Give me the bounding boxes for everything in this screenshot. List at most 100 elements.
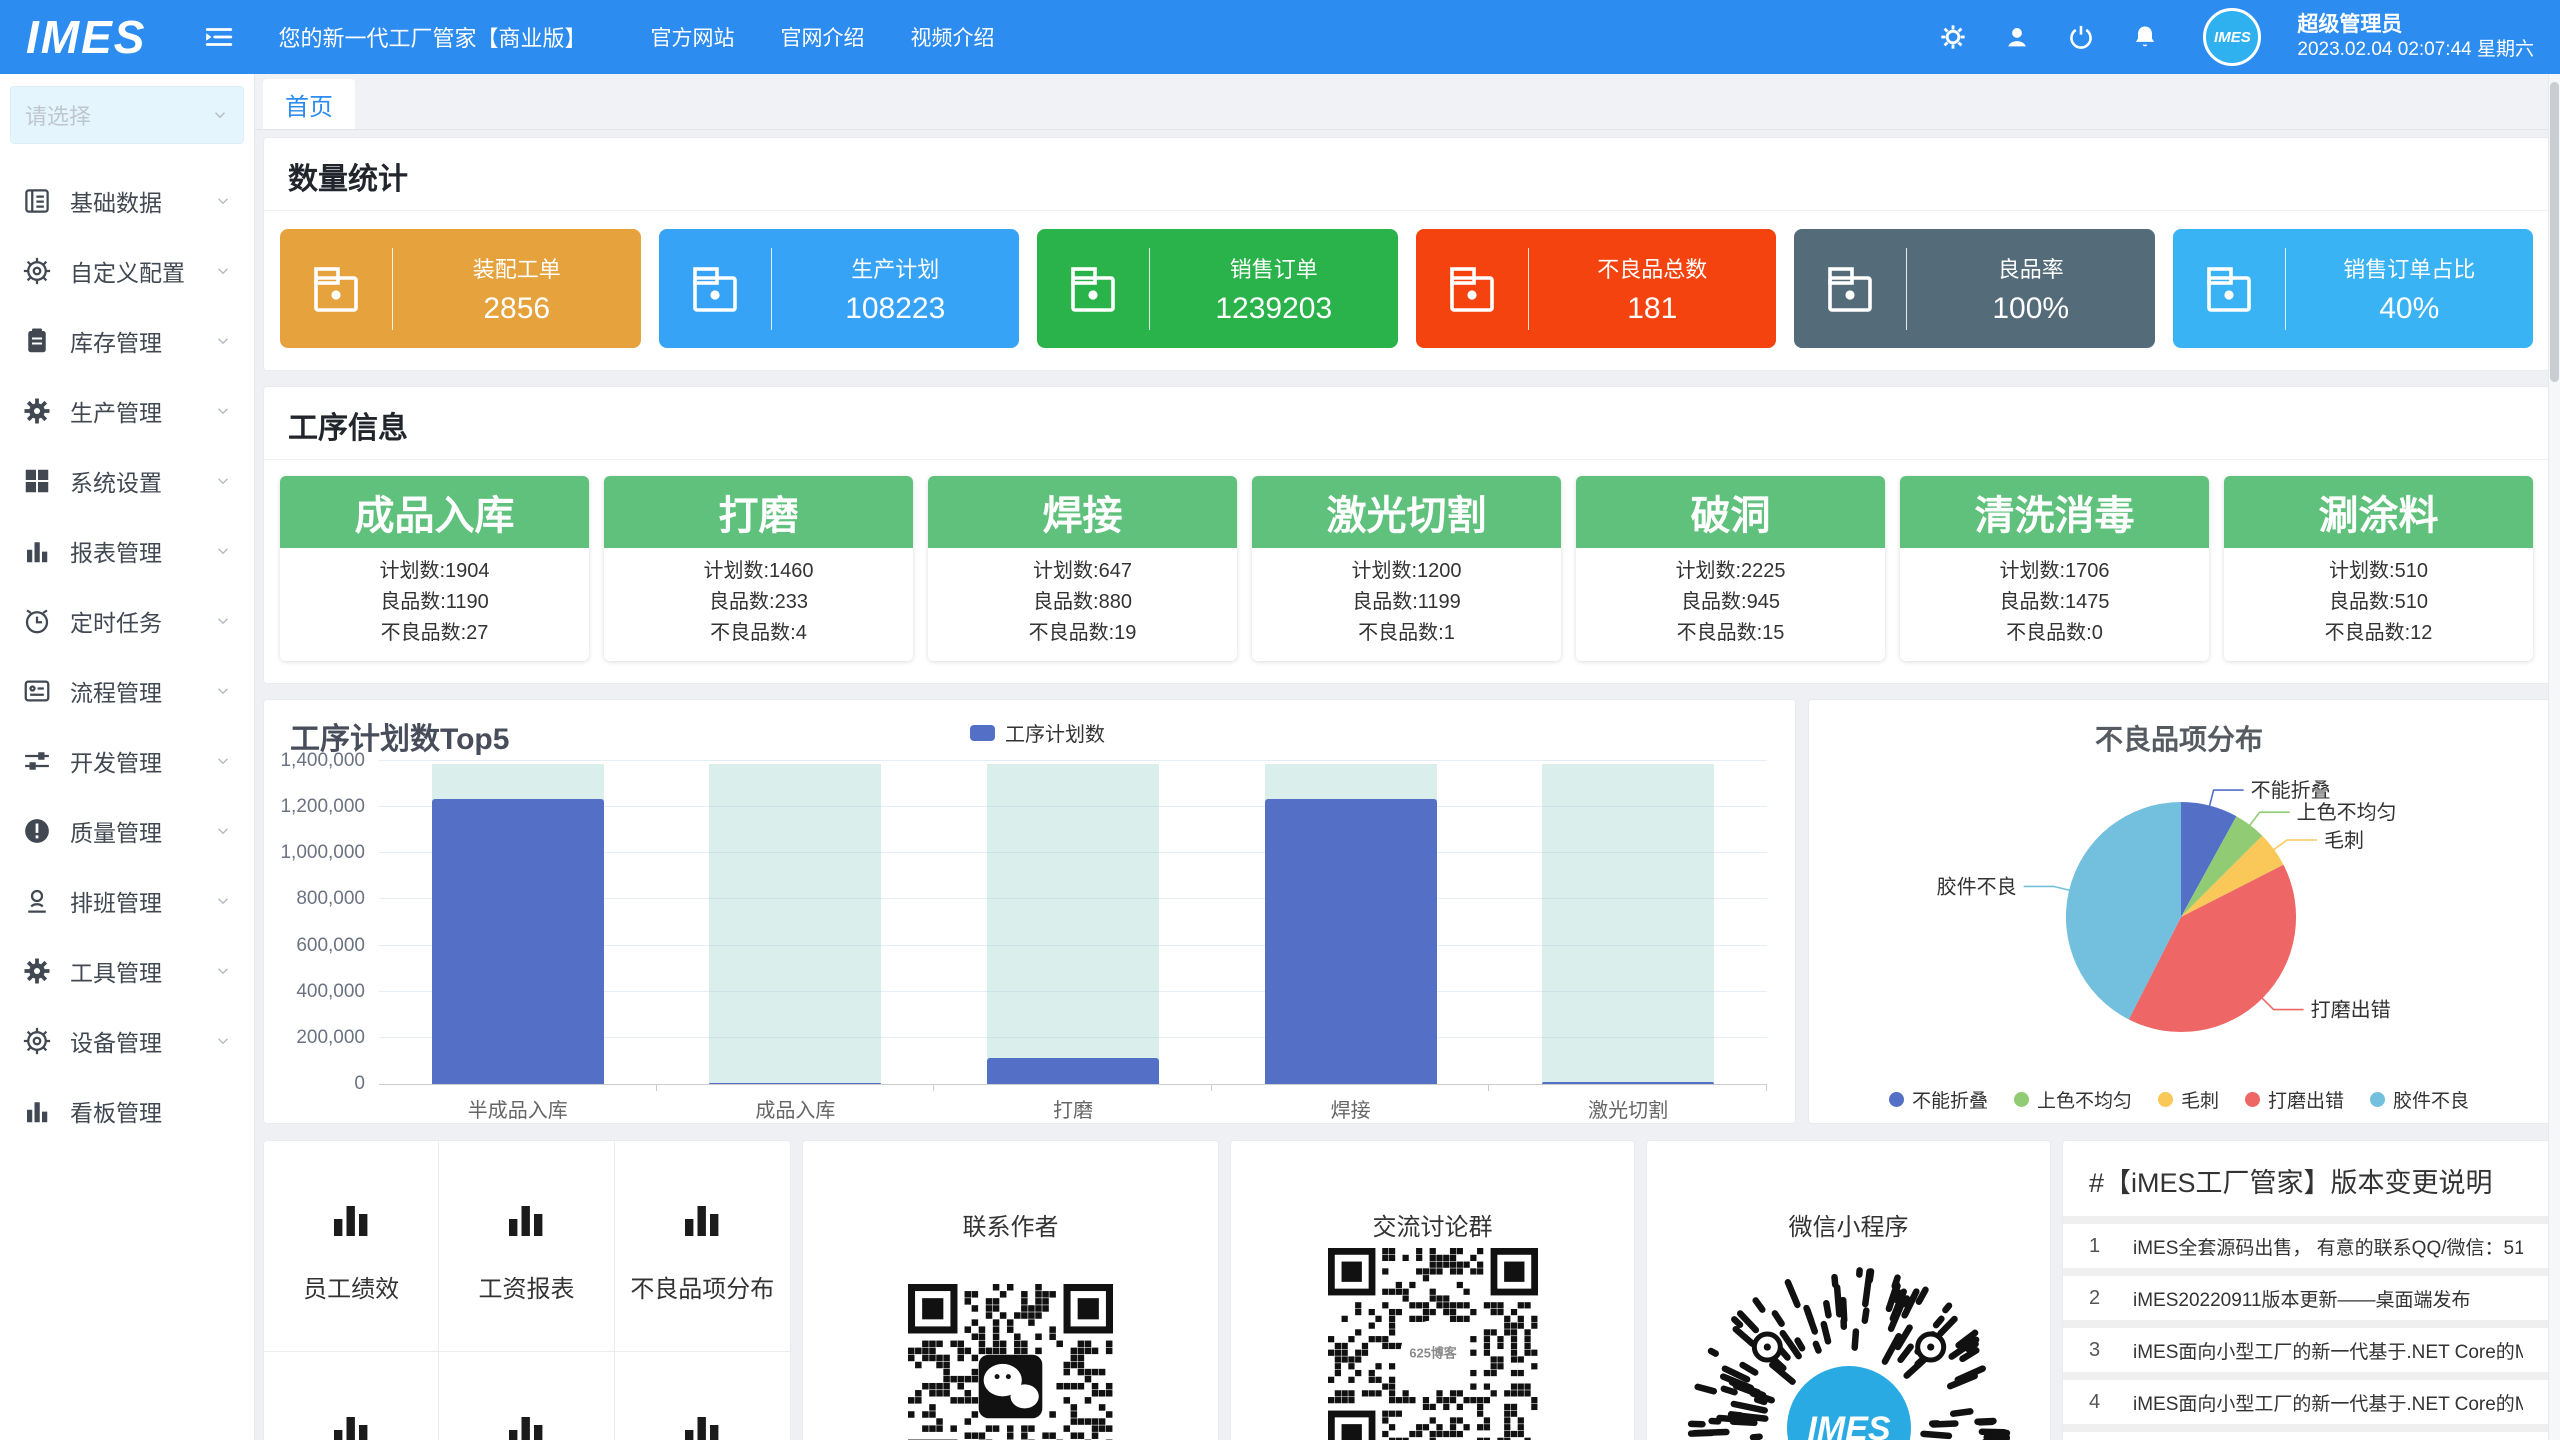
pie-label: 上色不均匀: [2297, 801, 2397, 824]
stat-card-sales-orders[interactable]: 销售订单1239203: [1037, 229, 1398, 348]
report-tile-defect-summary[interactable]: 不良品项汇总: [264, 1352, 439, 1440]
y-axis-label: 600,000: [296, 935, 365, 957]
sidebar-item-workflow[interactable]: 流程管理: [0, 656, 254, 726]
sidebar-item-inventory[interactable]: 库存管理: [0, 306, 254, 376]
chevron-down-icon: [214, 402, 232, 420]
sidebar-item-system[interactable]: 系统设置: [0, 446, 254, 516]
stat-card-yield-rate[interactable]: 良品率100%: [1794, 229, 2155, 348]
chevron-down-icon: [214, 192, 232, 210]
stat-card-production-plans[interactable]: 生产计划108223: [659, 229, 1020, 348]
pie-label: 不能折叠: [2251, 779, 2331, 802]
scrollbar-thumb[interactable]: [2550, 82, 2559, 382]
tab-home[interactable]: 首页: [263, 79, 355, 129]
report-tile-output-statistics[interactable]: 产量统计: [615, 1352, 790, 1440]
tab-bar: 首页: [255, 74, 2560, 130]
bar-chart-icon: [327, 1197, 375, 1245]
person-icon: [22, 886, 52, 916]
sidebar-item-shift[interactable]: 排班管理: [0, 866, 254, 936]
changelog-item[interactable]: 3iMES面向小型工厂的新一代基于.NET Core的MES系统__移动端: [2063, 1328, 2549, 1372]
exclamation-circle-icon: [22, 816, 52, 846]
pie-legend-item[interactable]: 胶件不良: [2370, 1086, 2469, 1113]
hover-band: [709, 764, 881, 1084]
folder-icon: [1444, 261, 1500, 317]
bar-成品入库: [709, 1083, 881, 1084]
miniprogram-panel: 微信小程序 IMESS: [1646, 1140, 2051, 1440]
sidebar-item-report[interactable]: 报表管理: [0, 516, 254, 586]
chevron-down-icon: [214, 612, 232, 630]
sidebar-item-kanban[interactable]: 看板管理: [0, 1076, 254, 1146]
process-section-title: 工序信息: [264, 387, 2549, 460]
nav-official-site[interactable]: 官方网站: [650, 22, 734, 52]
avatar[interactable]: IMES: [2203, 8, 2261, 66]
y-axis-label: 800,000: [296, 888, 365, 910]
pie-label-leader: [2209, 790, 2244, 808]
bar-chart-icon: [22, 536, 52, 566]
nav-site-intro[interactable]: 官网介绍: [780, 22, 864, 52]
sidebar-menu: 基础数据 自定义配置 库存管理 生产管理 系统设置 报表管理 定时任务 流程管理…: [0, 166, 254, 1146]
pie-chart-card: 不良品项分布 不能折叠上色不均匀毛刺打磨出错胶件不良 不能折叠上色不均匀毛刺打磨…: [1808, 699, 2550, 1124]
folder-icon: [1065, 261, 1121, 317]
x-axis-label: 成品入库: [657, 1094, 935, 1123]
app-logo: IMES: [26, 10, 146, 64]
sidebar-search-select[interactable]: 请选择: [10, 86, 244, 144]
report-tile-defect-distribution[interactable]: 不良品项分布: [615, 1141, 790, 1352]
y-axis-label: 200,000: [296, 1027, 365, 1049]
hover-band: [987, 764, 1159, 1084]
report-tile-production-report[interactable]: 生产报表: [439, 1352, 614, 1440]
sidebar-item-equipment[interactable]: 设备管理: [0, 1006, 254, 1076]
alarm-clock-icon: [22, 606, 52, 636]
chevron-down-icon: [214, 262, 232, 280]
stat-card-defect-total[interactable]: 不良品总数181: [1416, 229, 1777, 348]
miniprogram-title: 微信小程序: [1647, 1141, 2050, 1242]
folder-icon: [2201, 261, 2257, 317]
sidebar-item-tools[interactable]: 工具管理: [0, 936, 254, 1006]
folder-icon: [1822, 261, 1878, 317]
settings-icon[interactable]: [1939, 23, 1967, 51]
process-card: 激光切割计划数:1200良品数:1199不良品数:1: [1252, 476, 1561, 661]
report-tile-employee-performance[interactable]: 员工绩效: [264, 1141, 439, 1352]
chevron-down-icon: [214, 1032, 232, 1050]
bell-icon[interactable]: [2131, 23, 2159, 51]
y-axis-label: 0: [354, 1073, 365, 1095]
bar-半成品入库: [432, 799, 604, 1084]
changelog-item[interactable]: 1iMES全套源码出售， 有意的联系QQ/微信：514224717: [2063, 1224, 2549, 1268]
process-panel: 工序信息 成品入库计划数:1904良品数:1190不良品数:27 打磨计划数:1…: [263, 386, 2550, 684]
chevron-down-icon: [214, 892, 232, 910]
sidebar-item-custom-config[interactable]: 自定义配置: [0, 236, 254, 306]
pie-legend-item[interactable]: 上色不均匀: [2014, 1086, 2132, 1113]
stat-card-assembly-orders[interactable]: 装配工单2856: [280, 229, 641, 348]
report-shortcuts: 员工绩效 工资报表 不良品项分布 不良品项汇总 生产报表 产量统计: [263, 1140, 791, 1440]
chevron-down-icon: [214, 822, 232, 840]
menu-collapse-icon[interactable]: [204, 24, 234, 50]
gridline: [379, 760, 1767, 761]
changelog-item[interactable]: 2iMES20220911版本更新——桌面端发布: [2063, 1276, 2549, 1320]
pie-legend-item[interactable]: 不能折叠: [1889, 1086, 1988, 1113]
report-tile-salary-report[interactable]: 工资报表: [439, 1141, 614, 1352]
pie-legend-item[interactable]: 毛刺: [2158, 1086, 2219, 1113]
contact-author-title: 联系作者: [803, 1141, 1218, 1242]
page-scrollbar[interactable]: [2548, 74, 2560, 1440]
contact-author-panel: 联系作者 扫一扫上面的二维码图案，加我为朋友。: [802, 1140, 1219, 1440]
y-axis-label: 1,000,000: [280, 842, 365, 864]
chevron-down-icon: [211, 106, 229, 124]
power-icon[interactable]: [2067, 23, 2095, 51]
folder-icon: [308, 261, 364, 317]
changelog-item[interactable]: 4iMES面向小型工厂的新一代基于.NET Core的MES系统__PC端: [2063, 1380, 2549, 1424]
sidebar-item-base-data[interactable]: 基础数据: [0, 166, 254, 236]
bar-chart-legend[interactable]: 工序计划数: [970, 718, 1105, 747]
changelog-panel: #【iMES工厂管家】版本变更说明 1iMES全套源码出售， 有意的联系QQ/微…: [2062, 1140, 2550, 1440]
pie-label-leader: [2024, 886, 2072, 890]
sidebar-item-development[interactable]: 开发管理: [0, 726, 254, 796]
pie-legend-item[interactable]: 打磨出错: [2245, 1086, 2344, 1113]
wechat-qr-code: [908, 1284, 1113, 1440]
user-icon[interactable]: [2003, 23, 2031, 51]
grid-icon: [22, 466, 52, 496]
stat-card-sales-ratio[interactable]: 销售订单占比40%: [2173, 229, 2534, 348]
gear-icon: [22, 956, 52, 986]
sidebar-item-quality[interactable]: 质量管理: [0, 796, 254, 866]
sidebar-item-scheduled-tasks[interactable]: 定时任务: [0, 586, 254, 656]
sidebar-item-production[interactable]: 生产管理: [0, 376, 254, 446]
nav-video-intro[interactable]: 视频介绍: [910, 22, 994, 52]
pie-chart-legend[interactable]: 不能折叠上色不均匀毛刺打磨出错胶件不良: [1809, 1086, 2549, 1113]
process-card: 涮涂料计划数:510良品数:510不良品数:12: [2224, 476, 2533, 661]
